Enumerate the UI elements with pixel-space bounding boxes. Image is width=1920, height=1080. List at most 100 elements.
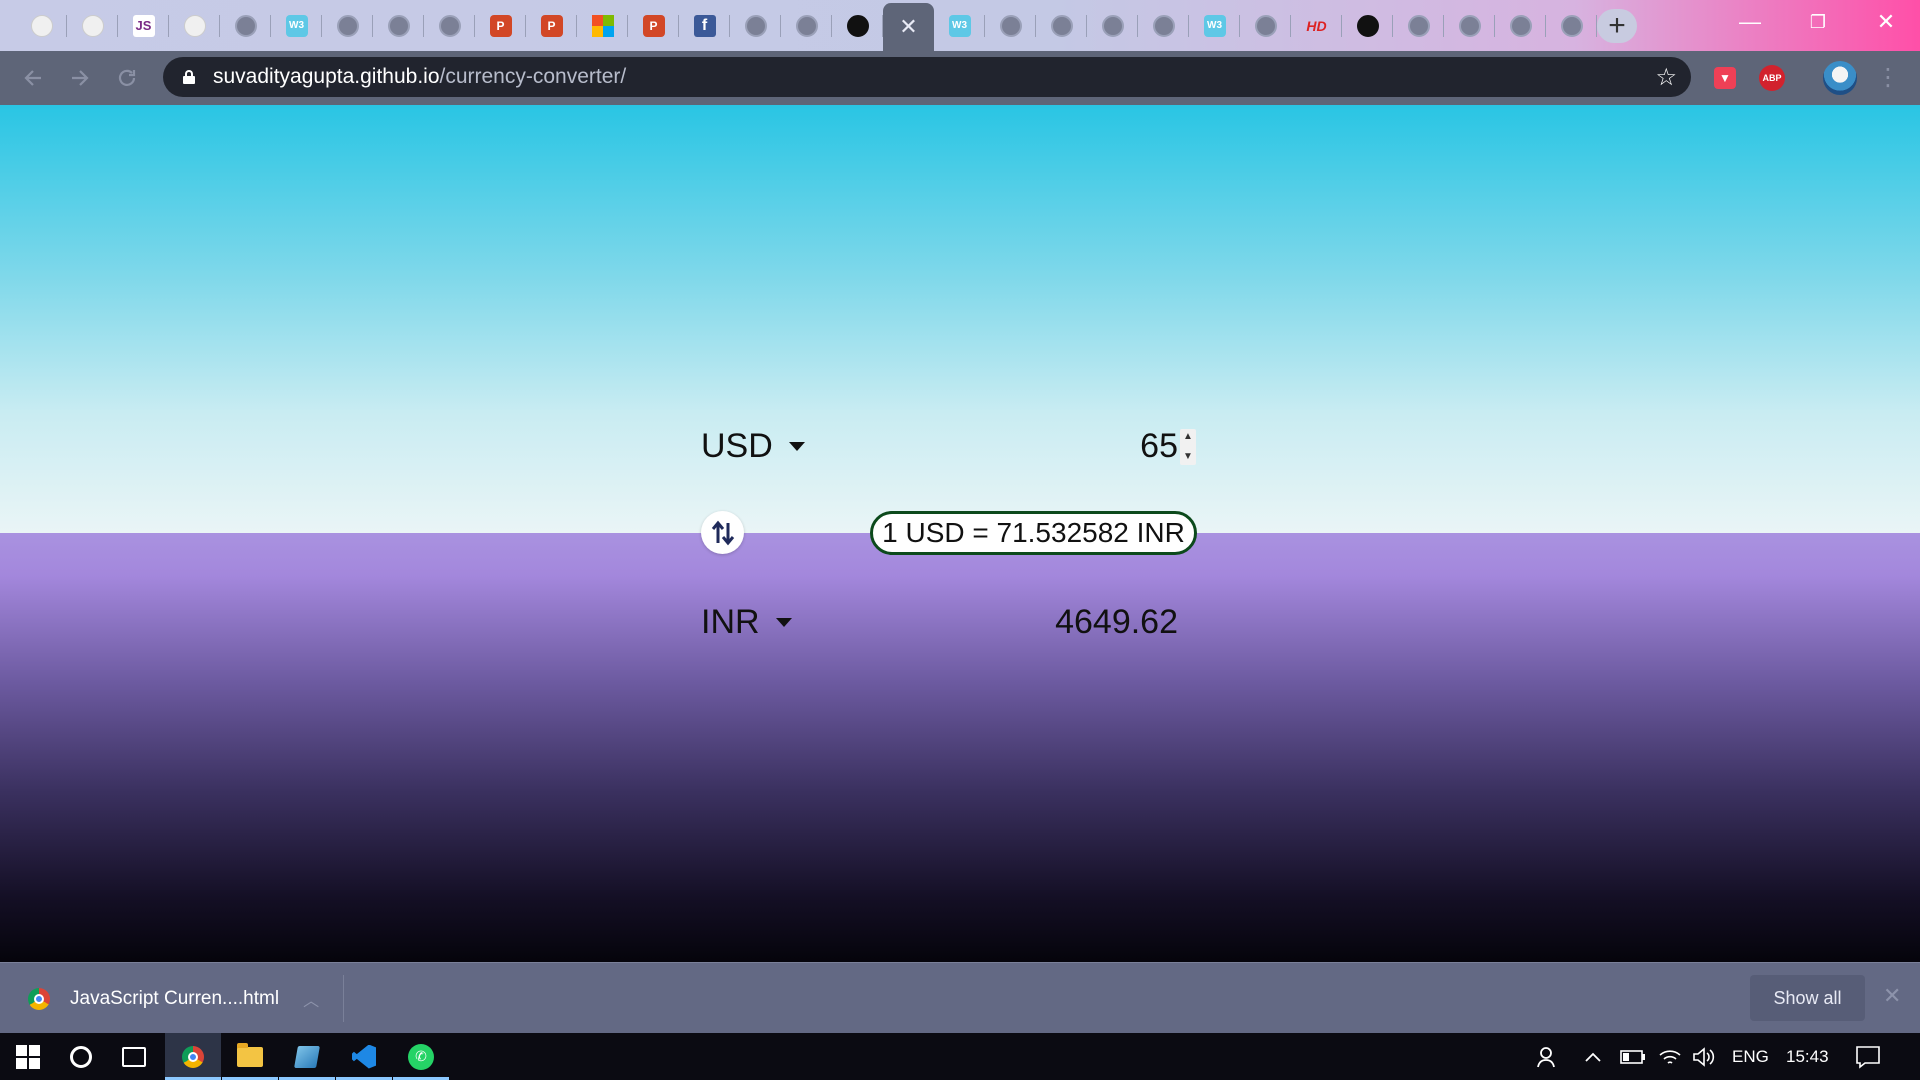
volume-icon[interactable] [1692, 1033, 1716, 1080]
js-icon: JS [132, 14, 155, 37]
chevron-up-icon[interactable] [1584, 1033, 1602, 1080]
browser-tab[interactable]: f [679, 3, 730, 48]
bookmark-star-icon[interactable]: ☆ [1655, 63, 1677, 92]
caret-down-icon [788, 442, 805, 451]
browser-tab[interactable]: ✕ [883, 3, 934, 51]
chrome-icon [28, 987, 50, 1010]
adblock-extension[interactable]: ABP [1757, 63, 1787, 93]
swap-currencies-button[interactable] [701, 511, 744, 554]
browser-tab[interactable] [1087, 3, 1138, 48]
browser-tab[interactable] [16, 3, 67, 48]
vscode-icon [352, 1044, 376, 1069]
whatsapp-icon: ✆ [408, 1043, 434, 1070]
swap-arrows-icon [711, 520, 734, 545]
browser-tab[interactable] [730, 3, 781, 48]
notepad-button[interactable] [279, 1033, 335, 1080]
from-amount-input[interactable]: 65 ▲ ▼ [1140, 427, 1196, 466]
browser-tab[interactable]: W3 [1189, 3, 1240, 48]
people-icon[interactable] [1536, 1033, 1560, 1080]
browser-tab[interactable]: W3 [271, 3, 322, 48]
reload-button[interactable] [112, 63, 142, 93]
file-explorer-button[interactable] [222, 1033, 278, 1080]
notifications-icon[interactable] [1855, 1033, 1881, 1080]
back-button[interactable] [18, 63, 48, 93]
language-indicator[interactable]: ENG [1732, 1033, 1769, 1080]
address-bar[interactable]: suvadityagupta.github.io/currency-conver… [163, 57, 1691, 97]
menu-kebab-icon[interactable]: ⋮ [1876, 63, 1900, 92]
browser-tab[interactable]: P [526, 3, 577, 48]
browser-tab[interactable] [424, 3, 475, 48]
browser-tab[interactable]: P [628, 3, 679, 48]
to-currency-select[interactable]: INR [701, 603, 792, 642]
search-button[interactable] [53, 1033, 109, 1080]
task-view-button[interactable] [106, 1033, 162, 1080]
clock[interactable]: 15:43 [1786, 1033, 1829, 1080]
browser-tab[interactable] [67, 3, 118, 48]
spinner-down-icon[interactable]: ▼ [1183, 449, 1193, 465]
browser-tab[interactable] [781, 3, 832, 48]
browser-tab[interactable] [985, 3, 1036, 48]
pocket-extension[interactable]: ▼ [1710, 63, 1740, 93]
whatsapp-button[interactable]: ✆ [393, 1033, 449, 1080]
url-path: /currency-converter/ [439, 65, 627, 88]
download-item[interactable]: JavaScript Curren....html ︿ [28, 963, 319, 1034]
close-icon[interactable]: ✕ [1883, 983, 1901, 1009]
spinner-up-icon[interactable]: ▲ [1183, 429, 1193, 445]
globe-icon [387, 14, 410, 37]
new-tab-button[interactable]: + [1597, 9, 1637, 43]
globe-icon [1407, 14, 1430, 37]
close-window-button[interactable]: ✕ [1852, 0, 1920, 44]
browser-tab[interactable] [220, 3, 271, 48]
start-button[interactable] [0, 1033, 56, 1080]
browser-tab[interactable]: JS [118, 3, 169, 48]
browser-tab[interactable] [1444, 3, 1495, 48]
w3schools-icon: W3 [948, 14, 971, 37]
globe-icon [336, 14, 359, 37]
profile-button[interactable] [1822, 60, 1858, 96]
show-all-button[interactable]: Show all [1750, 975, 1865, 1021]
to-amount-output: 4649.62 [1055, 603, 1178, 641]
from-currency-label: USD [701, 427, 773, 465]
from-currency-select[interactable]: USD [701, 427, 805, 466]
tab-close-icon[interactable]: ✕ [899, 16, 917, 38]
browser-tab[interactable] [1036, 3, 1087, 48]
browser-tab[interactable] [1393, 3, 1444, 48]
downloads-bar: JavaScript Curren....html ︿ Show all ✕ [0, 962, 1920, 1033]
browser-tab[interactable]: HD [1291, 3, 1342, 48]
duck-icon [30, 14, 53, 37]
browser-tab[interactable]: P [475, 3, 526, 48]
to-currency-label: INR [701, 603, 760, 641]
speaker-glyph-icon [1693, 1046, 1715, 1067]
hd-icon: HD [1306, 17, 1327, 34]
w3schools-icon: W3 [1203, 14, 1226, 37]
restore-button[interactable]: ❐ [1784, 0, 1852, 44]
globe-icon [1050, 14, 1073, 37]
wifi-icon[interactable] [1658, 1033, 1682, 1080]
w3schools-icon: W3 [285, 14, 308, 37]
number-spinner[interactable]: ▲ ▼ [1180, 428, 1196, 465]
chrome-taskbar-button[interactable] [165, 1033, 221, 1080]
browser-tab[interactable] [322, 3, 373, 48]
browser-tab[interactable] [1138, 3, 1189, 48]
facebook-icon: f [693, 14, 716, 37]
github-icon [846, 14, 869, 37]
browser-tab[interactable] [1546, 3, 1597, 48]
minimize-button[interactable]: — [1716, 0, 1784, 44]
browser-tab[interactable] [577, 3, 628, 48]
browser-tab[interactable] [373, 3, 424, 48]
people-glyph-icon [1537, 1046, 1555, 1067]
chevron-up-icon[interactable]: ︿ [303, 987, 319, 1011]
forward-button[interactable] [65, 63, 95, 93]
browser-tab[interactable] [1342, 3, 1393, 48]
browser-tab[interactable] [1495, 3, 1546, 48]
vscode-button[interactable] [336, 1033, 392, 1080]
exchange-rate-badge: 1 USD = 71.532582 INR [870, 511, 1197, 555]
task-view-icon [122, 1046, 146, 1067]
battery-icon[interactable] [1620, 1033, 1646, 1080]
browser-tab[interactable] [832, 3, 883, 48]
caret-down-icon [775, 618, 792, 627]
browser-tab[interactable] [1240, 3, 1291, 48]
browser-tab[interactable] [169, 3, 220, 48]
adblock-plus-icon: ABP [1759, 65, 1785, 91]
browser-tab[interactable]: W3 [934, 3, 985, 48]
